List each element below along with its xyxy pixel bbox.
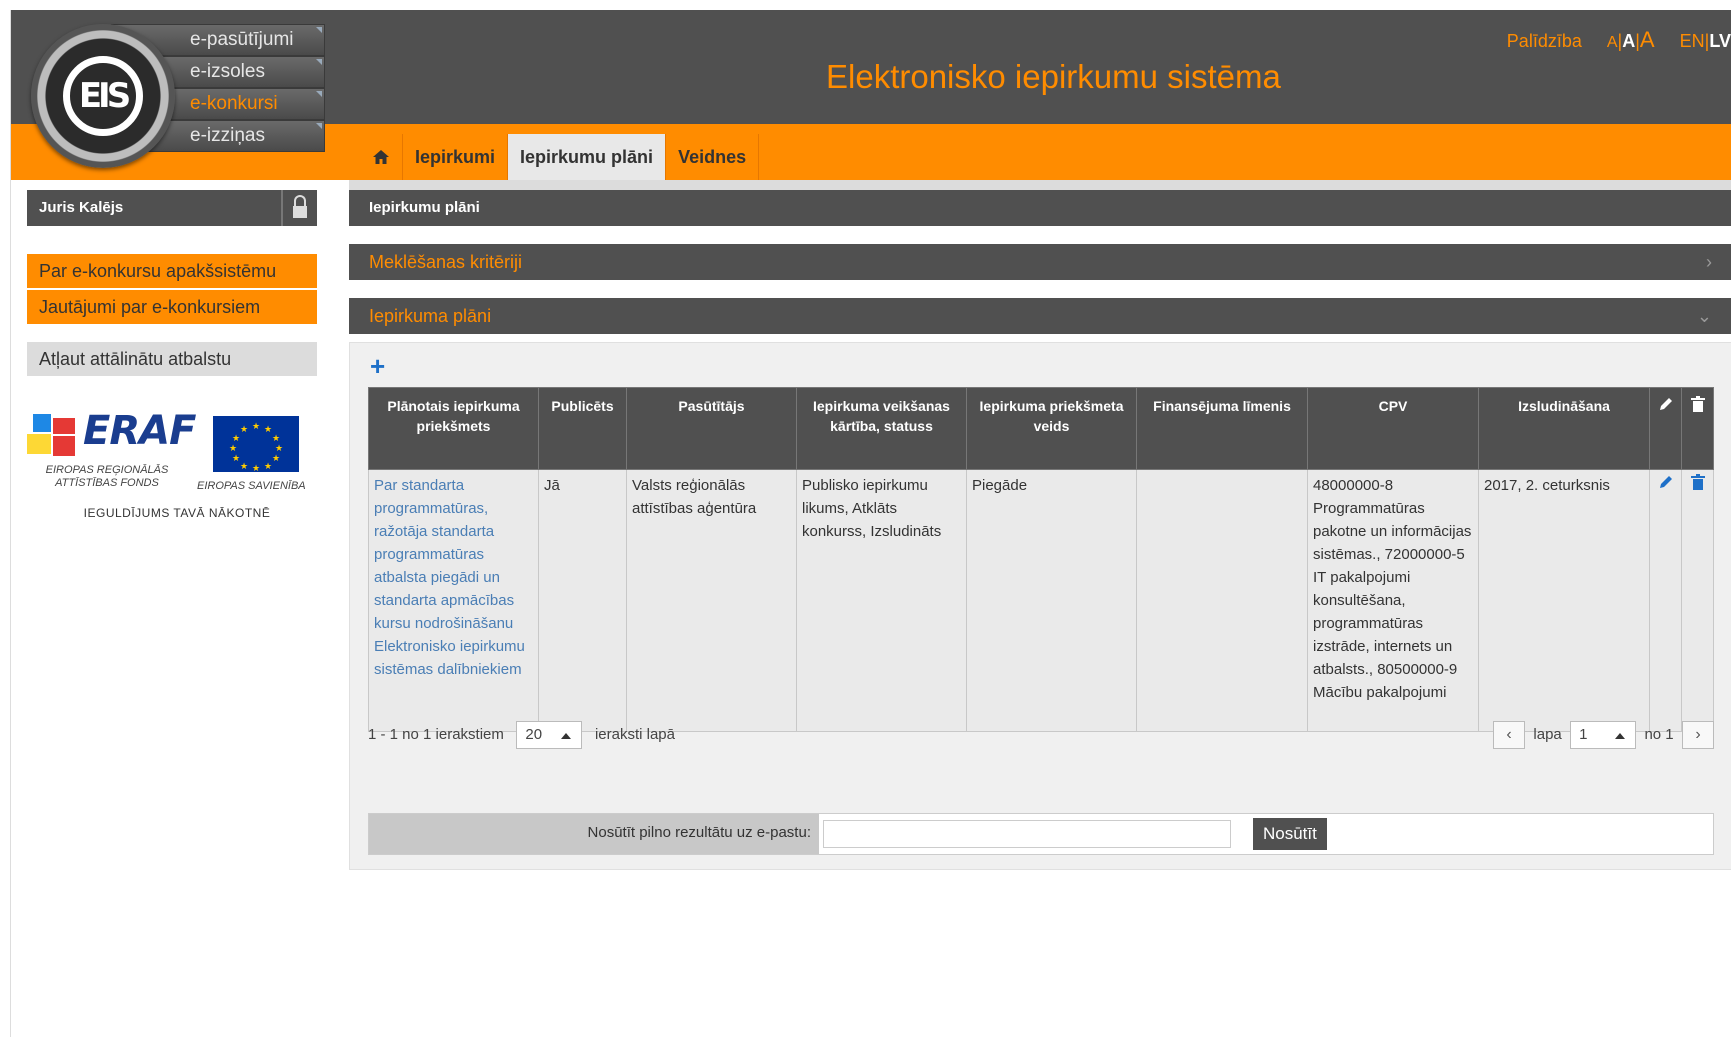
customer-cell: Valsts reģionālās attīstības aģentūra — [626, 469, 797, 732]
send-button[interactable]: Nosūtīt — [1253, 818, 1327, 850]
funding-cell — [1136, 469, 1308, 732]
column-header[interactable]: Izsludināšana — [1478, 387, 1650, 470]
page-size-select[interactable]: 20 — [516, 721, 583, 749]
pencil-icon — [1659, 398, 1672, 410]
main-tabs: Iepirkumi Iepirkumu plāni Veidnes — [359, 124, 760, 180]
system-title: Elektronisko iepirkumu sistēma — [826, 58, 1281, 95]
column-header[interactable]: CPV — [1307, 387, 1479, 470]
pager-range: 1 - 1 no 1 ierakstiem — [368, 725, 504, 743]
column-header[interactable]: Pasūtītājs — [626, 387, 797, 470]
chevron-down-icon: ⌄ — [1696, 306, 1712, 326]
page-of-label: no 1 — [1644, 725, 1674, 743]
eu-flag-icon: ★ ★ ★ ★ ★ ★ ★ ★ ★ ★ ★ ★ — [213, 416, 299, 473]
user-name: Juris Kalējs — [39, 199, 124, 216]
column-header[interactable]: Plānotais iepirkuma priekšmets — [368, 387, 539, 470]
search-criteria-label: Meklēšanas kritēriji — [369, 252, 523, 272]
page-number-select[interactable]: 1 — [1570, 721, 1637, 749]
trash-icon — [1690, 396, 1705, 412]
page: EIS e-pasūtījumi e-izsoles e-konkursi e-… — [10, 10, 1731, 1037]
page-label: lapa — [1533, 725, 1562, 743]
plans-panel: + Plānotais iepirkuma priekšmets Publicē… — [349, 342, 1731, 870]
eraf-fund-line-1: EIROPAS REĢIONĀLĀS — [45, 464, 169, 476]
column-header[interactable]: Iepirkuma priekšmeta veids — [966, 387, 1137, 470]
email-results-row: Nosūtīt pilno rezultātu uz e-pastu: Nosū… — [368, 813, 1714, 855]
table-header-row: Plānotais iepirkuma priekšmets Publicēts… — [368, 387, 1714, 470]
eis-logo-mark: EIS — [63, 56, 143, 136]
edit-cell — [1649, 469, 1682, 732]
edit-column-header — [1649, 387, 1682, 470]
column-header[interactable]: Publicēts — [538, 387, 627, 470]
eraf-logo-block: ERAF EIROPAS REĢIONĀLĀS ATTĪSTĪBAS FONDS… — [27, 408, 327, 528]
lock-icon — [293, 195, 307, 218]
type-cell: Piegāde — [966, 469, 1137, 732]
plans-section-header[interactable]: Iepirkuma plāni ⌄ — [349, 298, 1731, 334]
eraf-flag-icon — [27, 414, 79, 458]
logout-button[interactable] — [281, 190, 317, 226]
invest-text: IEGULDĪJUMS TAVĀ NĀKOTNĒ — [83, 506, 271, 520]
next-page-button[interactable]: › — [1682, 721, 1714, 749]
plus-icon[interactable]: + — [370, 353, 385, 379]
tab-home[interactable] — [359, 134, 403, 180]
user-bar: Juris Kalējs — [27, 190, 317, 226]
procedure-cell: Publisko iepirkumu likums, Atklāts konku… — [796, 469, 967, 732]
email-label: Nosūtīt pilno rezultātu uz e-pastu: — [369, 814, 819, 854]
eraf-fund-text: EIROPAS REĢIONĀLĀS ATTĪSTĪBAS FONDS — [27, 464, 187, 490]
page-size-value: 20 — [525, 726, 543, 743]
eraf-fund-line-2: ATTĪSTĪBAS FONDS — [55, 477, 159, 489]
chevron-right-icon: › — [1706, 252, 1712, 272]
tab-iepirkumu-plani[interactable]: Iepirkumu plāni — [508, 134, 667, 180]
email-input[interactable] — [823, 820, 1231, 848]
sidebar-link-about[interactable]: Par e-konkursu apakšsistēmu — [27, 254, 317, 288]
search-criteria-header[interactable]: Meklēšanas kritēriji › — [349, 244, 1731, 280]
delete-cell — [1681, 469, 1714, 732]
content-top-strip — [349, 180, 1731, 190]
lang-en[interactable]: EN — [1680, 31, 1705, 51]
plans-table: Plānotais iepirkuma priekšmets Publicēts… — [368, 387, 1714, 732]
trash-icon[interactable] — [1690, 474, 1705, 490]
delete-column-header — [1681, 387, 1714, 470]
remote-support-link[interactable]: Atļaut attālinātu atbalstu — [27, 342, 317, 376]
page-title: Iepirkumu plāni — [349, 190, 1731, 226]
page-nav: ‹ lapa 1 no 1 › — [1493, 721, 1714, 749]
eis-logo[interactable]: EIS — [31, 24, 175, 168]
plans-section-label: Iepirkuma plāni — [369, 306, 492, 326]
prev-page-button[interactable]: ‹ — [1493, 721, 1526, 749]
published-cell: Jā — [538, 469, 627, 732]
table-row: Par standarta programmatūras, ražotāja s… — [368, 469, 1714, 732]
eraf-logo-text: ERAF — [83, 408, 196, 454]
column-header[interactable]: Finansējuma līmenis — [1136, 387, 1308, 470]
home-icon — [372, 150, 389, 164]
tab-iepirkumi[interactable]: Iepirkumi — [403, 134, 509, 180]
announcement-cell: 2017, 2. ceturksnis — [1478, 469, 1650, 732]
tab-veidnes[interactable]: Veidnes — [666, 134, 760, 180]
cpv-cell: 48000000-8 Programmatūras pakotne un inf… — [1307, 469, 1479, 732]
font-size-medium[interactable]: A — [1622, 31, 1635, 51]
eu-text: EIROPAS SAVIENĪBA — [197, 480, 306, 492]
top-links: Palīdzība A|A|A EN|LV — [1507, 27, 1731, 53]
chevron-right-icon: › — [1695, 726, 1701, 743]
sidebar-link-questions[interactable]: Jautājumi par e-konkursiem — [27, 290, 317, 324]
chevron-left-icon: ‹ — [1506, 726, 1512, 743]
help-link[interactable]: Palīdzība — [1507, 31, 1582, 51]
font-size-small[interactable]: A — [1607, 34, 1618, 51]
lang-lv[interactable]: LV — [1709, 31, 1731, 51]
per-page-label: ieraksti lapā — [594, 725, 675, 743]
plan-subject-link[interactable]: Par standarta programmatūras, ražotāja s… — [368, 469, 539, 732]
page-number-value: 1 — [1579, 726, 1588, 743]
column-header[interactable]: Iepirkuma veikšanas kārtība, statuss — [796, 387, 967, 470]
font-size-large[interactable]: A — [1640, 27, 1655, 52]
pager: 1 - 1 no 1 ierakstiem 20 ieraksti lapā ‹… — [368, 721, 1714, 751]
pencil-icon[interactable] — [1658, 474, 1674, 490]
